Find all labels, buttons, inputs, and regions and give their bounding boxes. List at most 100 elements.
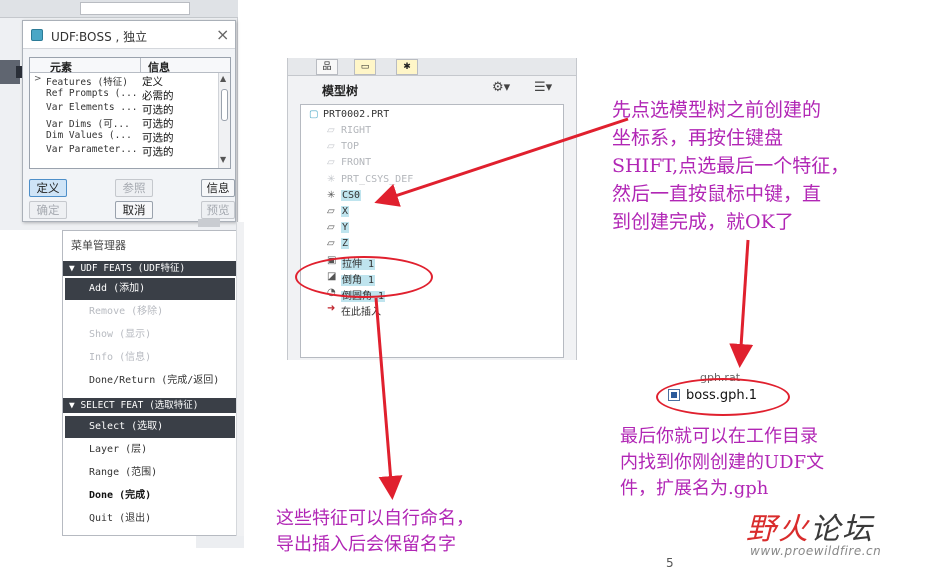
tree-node-icon: ▱ — [327, 206, 335, 217]
udf-dialog-titlebar[interactable]: UDF:BOSS , 独立 × — [23, 21, 235, 49]
tree-columns-icon[interactable]: ☰▾ — [534, 80, 552, 95]
menu-item-add[interactable]: Add (添加) — [65, 278, 235, 300]
tab-model-tree-icon[interactable]: 品 — [316, 59, 338, 75]
tree-node-label: CS0 — [341, 189, 362, 201]
udf-table-row[interactable]: Var Parameter... 可选的 — [30, 144, 216, 158]
menu-manager-edge — [236, 222, 244, 548]
note-line: 坐标系，再按住键盘 — [612, 127, 784, 149]
udf-table-row[interactable]: Ref Prompts (... 必需的 — [30, 88, 216, 102]
tree-settings-icon[interactable]: ⚙▾ — [492, 80, 510, 95]
tree-node[interactable]: FRONT — [341, 157, 371, 168]
udf-row-info: 可选的 — [142, 118, 174, 130]
menu-item-remove: Remove (移除) — [89, 306, 164, 317]
tree-node-icon: ➜ — [327, 303, 336, 315]
instruction-note-2: 这些特征可以自行命名， 导出插入后会保留名字 — [276, 506, 474, 558]
menu-manager-bottom-edge — [196, 536, 244, 548]
tree-node[interactable]: CS0 — [341, 189, 362, 201]
define-button[interactable]: 定义 — [29, 179, 67, 197]
tree-node[interactable]: Z — [341, 238, 350, 250]
note-line: 然后一直按鼠标中键，直 — [612, 183, 822, 205]
tab-folder-icon[interactable]: ▭ — [354, 59, 376, 75]
tree-node-icon: ▱ — [327, 157, 335, 169]
note-line: 最后你就可以在工作目录 — [620, 426, 818, 447]
tree-node-label: TOP — [341, 141, 360, 153]
tree-node-icon: ▱ — [327, 141, 335, 153]
note-line: SHIFT,点选最后一个特征， — [612, 155, 850, 177]
tree-node[interactable]: TOP — [341, 141, 359, 152]
part-icon: ▢ — [309, 109, 319, 120]
instruction-note-3: 最后你就可以在工作目录 内找到你刚创建的UDF文 件，扩展名为.gph — [620, 424, 824, 502]
tree-node-label: FRONT — [341, 157, 372, 169]
udf-row-element: Dim Values (... — [46, 130, 132, 141]
highlight-ellipse-file — [656, 378, 790, 416]
menu-header-select-feat[interactable]: ▼ SELECT FEAT (选取特征) — [63, 398, 237, 413]
tree-node[interactable]: Y — [341, 222, 350, 234]
expand-icon[interactable]: > — [34, 74, 42, 84]
udf-dialog-icon — [31, 29, 43, 41]
instruction-note-1: 先点选模型树之前创建的 坐标系，再按住键盘 SHIFT,点选最后一个特征， 然后一直按… — [612, 96, 849, 236]
udf-table-row[interactable]: > Features (特征) 定义 — [30, 74, 216, 88]
arrow-to-file — [729, 239, 754, 368]
menu-manager-top-strip — [198, 219, 220, 227]
udf-table-header: 元素 信息 — [30, 58, 230, 75]
forum-logo: 野火论坛 www.proewildfire.cn — [746, 504, 918, 560]
note-line: 内找到你刚创建的UDF文 — [620, 452, 825, 473]
menu-item-quit[interactable]: Quit (退出) — [63, 508, 237, 530]
tree-node-label: PRT_CSYS_DEF — [341, 173, 414, 185]
background-window-field[interactable] — [80, 2, 190, 15]
tree-node-label: Z — [341, 238, 350, 250]
column-header-element[interactable]: 元素 — [50, 59, 72, 75]
tree-node[interactable]: 在此插入 — [341, 303, 381, 318]
menu-item-donereturn[interactable]: Done/Return (完成/返回) — [63, 370, 237, 392]
tab-favorites-icon[interactable]: ✱ — [396, 59, 418, 75]
scroll-down-icon[interactable]: ▼ — [220, 155, 226, 164]
menu-manager-title: 菜单管理器 — [71, 239, 126, 252]
menu-header-select-feat-label: SELECT FEAT (选取特征) — [80, 400, 199, 411]
scrollbar-thumb[interactable] — [221, 89, 228, 121]
udf-row-info: 可选的 — [142, 132, 174, 144]
udf-table-row[interactable]: Var Dims (可... 可选的 — [30, 116, 216, 130]
highlight-ellipse-tree — [295, 256, 433, 298]
udf-row-info: 可选的 — [142, 146, 174, 158]
udf-table-row[interactable]: Dim Values (... 可选的 — [30, 130, 216, 144]
note-line: 这些特征可以自行命名， — [276, 508, 474, 529]
note-line: 到创建完成，就OK了 — [612, 211, 794, 233]
preview-button[interactable]: 预览 — [201, 201, 235, 219]
menu-item-range[interactable]: Range (范围) — [63, 462, 237, 484]
menu-item-info: Info (信息) — [89, 352, 152, 363]
info-button[interactable]: 信息 — [201, 179, 235, 197]
menu-item-layer[interactable]: Layer (层) — [63, 439, 237, 461]
tree-node[interactable]: RIGHT — [341, 125, 371, 136]
tree-node-icon: ▱ — [327, 125, 335, 136]
tree-node[interactable]: X — [341, 206, 350, 217]
udf-row-element: Features (特征) — [46, 77, 128, 88]
column-header-info[interactable]: 信息 — [148, 59, 170, 75]
udf-element-table: 元素 信息 > Features (特征) 定义 Ref Prompts (... 必需… — [29, 57, 231, 169]
udf-table-scrollbar[interactable]: ▲ ▼ — [218, 73, 230, 168]
tree-root[interactable]: PRT0002.PRT — [323, 109, 389, 120]
udf-row-element: Var Dims (可... — [46, 119, 130, 130]
reference-button[interactable]: 参照 — [115, 179, 153, 197]
udf-row-element: Var Parameter... — [46, 144, 138, 155]
tree-node-icon: ✳ — [327, 173, 336, 185]
note-line: 件，扩展名为.gph — [620, 478, 769, 499]
note-line: 先点选模型树之前创建的 — [612, 99, 822, 121]
logo-text: 野火论坛 — [746, 504, 874, 548]
tree-node-label: X — [341, 206, 350, 217]
cancel-button[interactable]: 取消 — [115, 201, 153, 219]
ok-button[interactable]: 确定 — [29, 201, 67, 219]
tree-node[interactable]: PRT_CSYS_DEF — [341, 174, 413, 185]
model-tree-body: ▢ PRT0002.PRT ▱ RIGHT ▱ TOP ▱ FRONT ✳ PRT_CSYS_… — [300, 104, 564, 358]
scroll-up-icon[interactable]: ▲ — [220, 74, 226, 83]
tree-node-icon: ✳ — [327, 189, 336, 201]
udf-row-info: 必需的 — [142, 90, 174, 102]
udf-table-row[interactable]: Var Elements ... 可选的 — [30, 102, 216, 116]
menu-header-udf-feats[interactable]: ▼ UDF FEATS (UDF特征) — [63, 261, 237, 276]
tree-node-label: RIGHT — [341, 125, 372, 136]
menu-item-select[interactable]: Select (选取) — [65, 416, 235, 438]
close-icon[interactable]: × — [216, 25, 229, 44]
column-divider[interactable] — [140, 58, 141, 73]
menu-item-done[interactable]: Done (完成) — [63, 485, 237, 507]
logo-text-dark: 论坛 — [810, 512, 874, 547]
udf-row-element: Ref Prompts (... — [46, 88, 138, 99]
